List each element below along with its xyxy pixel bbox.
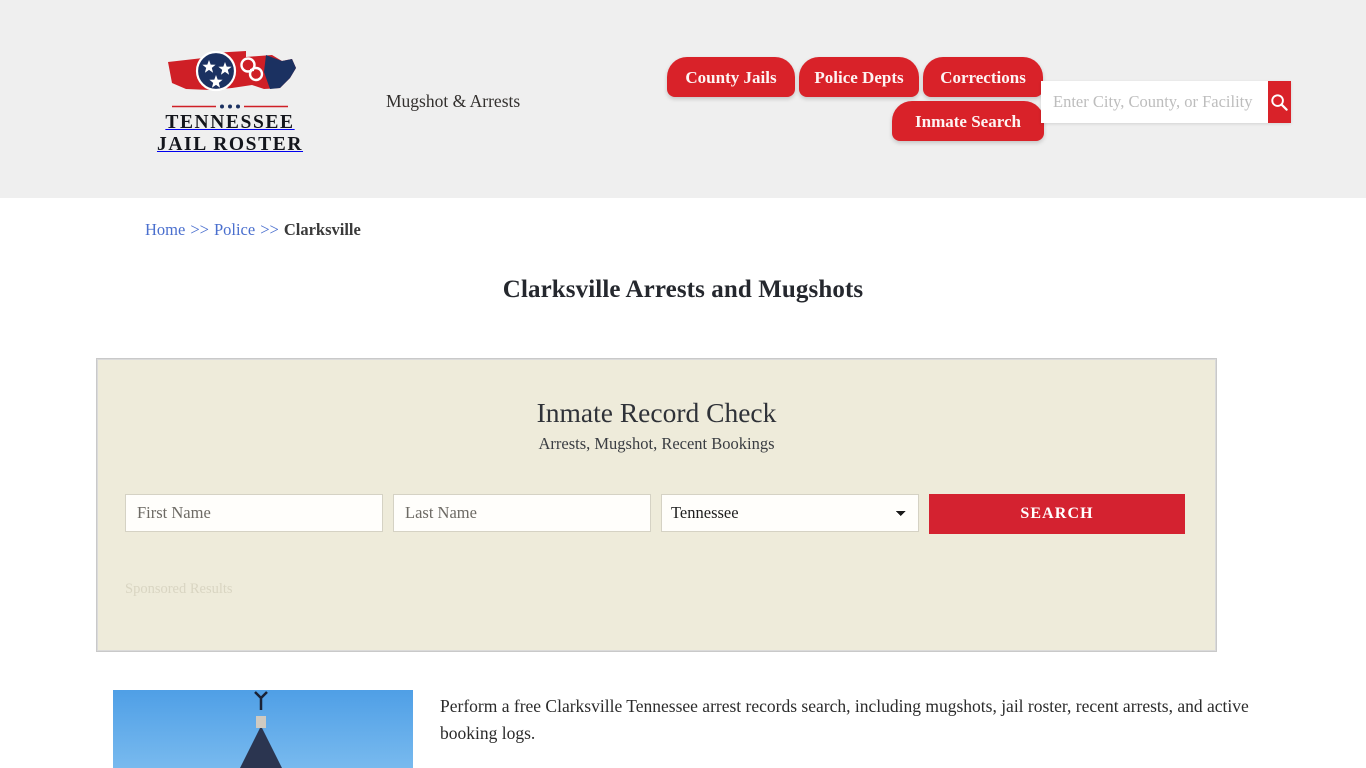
breadcrumb: Home >> Police >> Clarksville [113, 198, 1253, 240]
card-title: Inmate Record Check [536, 397, 777, 428]
article-body: Perform a free Clarksville Tennessee arr… [440, 690, 1253, 768]
main-nav: County Jails Police Depts Corrections In… [524, 7, 1044, 147]
logo-text-line1: TENNESSEE [165, 112, 295, 133]
tennessee-state-handcuffs-logo-icon [168, 50, 296, 92]
breadcrumb-separator-1: >> [190, 220, 209, 239]
nav-inmate-search[interactable]: Inmate Search [892, 101, 1044, 141]
article-paragraph-1: Perform a free Clarksville Tennessee arr… [440, 696, 1249, 743]
logo-divider-icon [172, 104, 288, 109]
breadcrumb-separator-2: >> [260, 220, 279, 239]
first-name-input[interactable] [125, 493, 383, 532]
inmate-search-form: Tennessee SEARCH [125, 493, 1188, 534]
card-subtitle: Arrests, Mugshot, Recent Bookings [538, 433, 775, 453]
page-content: Home >> Police >> Clarksville Clarksville Ar… [96, 198, 1253, 768]
site-header: TENNESSEE JAIL ROSTER Mugshot & Arrests … [0, 0, 1366, 198]
article-section: Perform a free Clarksville Tennessee arr… [113, 690, 1253, 768]
header-search-input[interactable] [1041, 81, 1268, 123]
header-inner: TENNESSEE JAIL ROSTER Mugshot & Arrests … [113, 0, 1291, 198]
nav-corrections[interactable]: Corrections [923, 57, 1043, 97]
header-search-box [1041, 81, 1291, 123]
inmate-search-button[interactable]: SEARCH [929, 493, 1185, 534]
inmate-record-check-card: Inmate Record Check Arrests, Mugshot, Re… [96, 358, 1217, 652]
page-title: Clarksville Arrests and Mugshots [502, 276, 864, 303]
nav-county-jails[interactable]: County Jails [667, 57, 795, 97]
site-tagline: Mugshot & Arrests [386, 91, 521, 111]
breadcrumb-police[interactable]: Police [214, 220, 255, 239]
clarksville-courthouse-photo [113, 690, 413, 768]
search-icon [1271, 93, 1288, 111]
last-name-input[interactable] [393, 493, 651, 532]
site-logo[interactable]: TENNESSEE JAIL ROSTER [156, 48, 304, 156]
sponsored-results-label: Sponsored Results [125, 580, 233, 597]
state-select[interactable]: Tennessee [661, 493, 919, 532]
header-search-button[interactable] [1268, 81, 1291, 123]
logo-text-line2: JAIL ROSTER [156, 134, 304, 155]
breadcrumb-current: Clarksville [283, 220, 361, 239]
nav-police-depts[interactable]: Police Depts [799, 57, 919, 97]
courthouse-clock-tower-image [113, 690, 413, 768]
breadcrumb-home[interactable]: Home [145, 220, 185, 239]
